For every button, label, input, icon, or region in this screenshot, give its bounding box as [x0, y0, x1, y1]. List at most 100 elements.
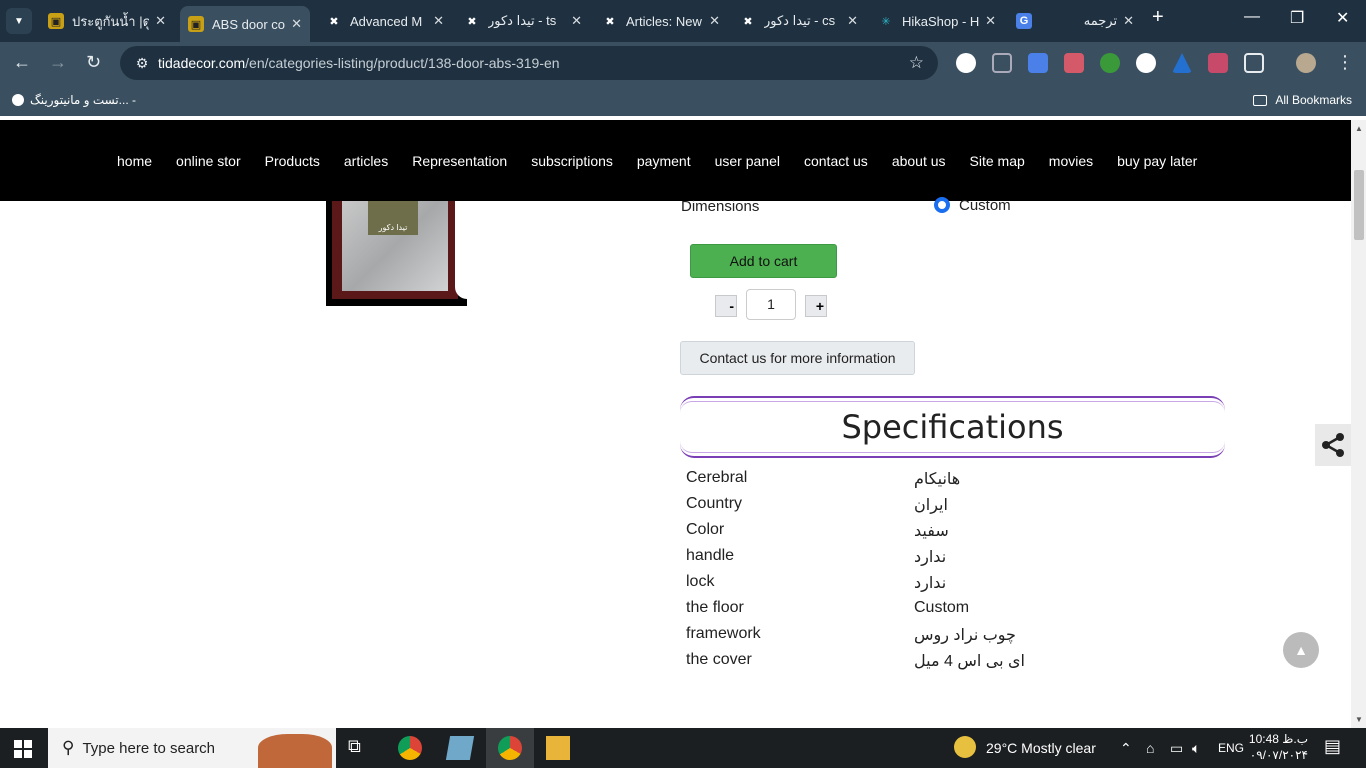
browser-toolbar: ← → ↻ ⚙ tidadecor.com/en/categories-list… — [0, 42, 1366, 84]
browser-tab[interactable]: ✖ تیدا دکور - cs ✕ — [732, 6, 866, 36]
bookmark-star-icon[interactable]: ☆ — [909, 53, 924, 73]
tab-title: Advanced M — [350, 13, 423, 29]
quantity-increase-button[interactable]: + — [805, 295, 827, 317]
minimize-icon[interactable]: — — [1244, 8, 1260, 26]
translate-extension-icon[interactable] — [1028, 53, 1048, 73]
nav-contact-us[interactable]: contact us — [804, 153, 868, 169]
nav-buy-pay-later[interactable]: buy pay later — [1117, 153, 1197, 169]
bookmark-label: تست و مانیتورینگ... - — [30, 93, 136, 107]
extensions-puzzle-icon[interactable] — [1244, 53, 1264, 73]
extension-icon[interactable] — [992, 53, 1012, 73]
product-image[interactable]: تیدا دکور — [326, 201, 467, 306]
browser-tab[interactable]: ✳ HikaShop - H ✕ — [870, 6, 1004, 36]
notification-icon[interactable]: ▤ — [1324, 736, 1348, 760]
spec-key: framework — [686, 625, 761, 642]
spec-row: Color سفید — [686, 521, 1226, 547]
add-to-cart-button[interactable]: Add to cart — [690, 244, 837, 278]
nav-about-us[interactable]: about us — [892, 153, 946, 169]
nav-representation[interactable]: Representation — [412, 153, 507, 169]
scroll-up-icon[interactable]: ▲ — [1355, 124, 1363, 133]
battery-icon[interactable]: ▭ — [1170, 740, 1183, 757]
chevron-up-tray-icon[interactable]: ⌃ — [1120, 740, 1132, 757]
spec-value: ندارد — [914, 549, 947, 566]
file-explorer-icon[interactable] — [546, 736, 570, 760]
dimensions-label: Dimensions — [681, 198, 760, 215]
scrollbar-thumb[interactable] — [1354, 170, 1364, 240]
taskbar-search-box[interactable]: ⚲ Type here to search — [48, 728, 336, 768]
browser-tab[interactable]: G ترجمه ✕ — [1008, 6, 1142, 36]
extension-icon[interactable] — [1136, 53, 1156, 73]
browser-tab-active[interactable]: ▣ ABS door co ✕ — [180, 6, 310, 42]
spec-key: the floor — [686, 599, 744, 616]
close-window-icon[interactable]: ✕ — [1336, 8, 1349, 28]
restore-icon[interactable]: ❐ — [1290, 8, 1304, 28]
profile-avatar[interactable] — [1296, 53, 1316, 73]
volume-icon[interactable]: 🔈︎ — [1192, 740, 1200, 757]
nav-subscriptions[interactable]: subscriptions — [531, 153, 613, 169]
all-bookmarks-label: All Bookmarks — [1275, 93, 1352, 107]
windows-start-icon[interactable] — [14, 740, 32, 758]
clock-time: 10:48 ب.ظ — [1248, 732, 1308, 746]
close-tab-icon[interactable]: ✕ — [985, 13, 996, 29]
scroll-down-icon[interactable]: ▼ — [1355, 715, 1363, 724]
scroll-to-top-button[interactable]: ▲ — [1283, 632, 1319, 668]
system-clock[interactable]: 10:48 ب.ظ ۰۹/۰۷/۲۰۲۴ — [1249, 731, 1308, 763]
close-tab-icon[interactable]: ✕ — [433, 13, 444, 29]
extension-icon[interactable] — [1064, 53, 1084, 73]
nav-payment[interactable]: payment — [637, 153, 691, 169]
contact-more-info-button[interactable]: Contact us for more information — [680, 341, 915, 375]
language-indicator[interactable]: ENG — [1218, 741, 1244, 755]
spec-value: هانیکام — [914, 471, 961, 488]
weather-icon[interactable] — [954, 736, 976, 758]
nav-online-stor[interactable]: online stor — [176, 153, 241, 169]
nav-home[interactable]: home — [117, 153, 152, 169]
new-tab-icon[interactable]: + — [1152, 6, 1164, 29]
extension-icon[interactable] — [1100, 53, 1120, 73]
bookmark-item[interactable]: تست و مانیتورینگ... - — [12, 93, 136, 107]
app-icon[interactable] — [445, 736, 475, 760]
forward-icon[interactable]: → — [49, 52, 67, 73]
page-scrollbar[interactable]: ▲ ▼ — [1351, 120, 1366, 728]
share-button[interactable] — [1315, 424, 1351, 466]
browser-tab[interactable]: ✖ تیدا دکور - ts ✕ — [456, 6, 590, 36]
spec-row: framework چوب نراد روس — [686, 625, 1226, 651]
address-bar[interactable]: ⚙ tidadecor.com/en/categories-listing/pr… — [120, 46, 938, 80]
browser-tab[interactable]: ✖ Articles: New ✕ — [594, 6, 728, 36]
spec-row: lock ندارد — [686, 573, 1226, 599]
weather-text[interactable]: 29°C Mostly clear — [986, 740, 1096, 756]
browser-tab[interactable]: ▣ ประตูกันน้ำ |ดู ✕ — [40, 6, 174, 36]
close-tab-icon[interactable]: ✕ — [571, 13, 582, 29]
close-tab-icon[interactable]: ✕ — [155, 13, 166, 29]
close-tab-icon[interactable]: ✕ — [1123, 13, 1134, 29]
drive-extension-icon[interactable] — [1172, 53, 1192, 73]
search-icon: ⚲ — [62, 738, 75, 757]
nav-site-map[interactable]: Site map — [970, 153, 1025, 169]
extension-icon[interactable] — [956, 53, 976, 73]
url-text[interactable]: tidadecor.com/en/categories-listing/prod… — [158, 55, 560, 71]
close-tab-icon[interactable]: ✕ — [709, 13, 720, 29]
chrome-active-icon[interactable] — [498, 736, 522, 760]
network-icon[interactable]: ⌂ — [1146, 740, 1154, 756]
nav-user-panel[interactable]: user panel — [715, 153, 780, 169]
task-view-icon[interactable]: ⧉ — [348, 736, 372, 760]
nav-articles[interactable]: articles — [344, 153, 388, 169]
spec-key: Color — [686, 521, 725, 538]
site-info-icon[interactable]: ⚙ — [130, 55, 154, 72]
quantity-decrease-button[interactable]: - — [715, 295, 737, 317]
search-highlight-image — [258, 734, 332, 768]
extension-icon[interactable] — [1208, 53, 1228, 73]
browser-tab[interactable]: ✖ Advanced M ✕ — [318, 6, 452, 36]
menu-kebab-icon[interactable]: ⋮ — [1336, 52, 1354, 73]
nav-movies[interactable]: movies — [1049, 153, 1093, 169]
chrome-icon[interactable] — [398, 736, 422, 760]
nav-products[interactable]: Products — [265, 153, 320, 169]
close-tab-icon[interactable]: ✕ — [847, 13, 858, 29]
quantity-input[interactable]: 1 — [746, 289, 796, 320]
all-bookmarks[interactable]: All Bookmarks — [1253, 93, 1352, 107]
tab-title: Articles: New — [626, 13, 702, 29]
back-icon[interactable]: ← — [13, 52, 31, 73]
tab-search-button[interactable]: ▼ — [6, 8, 32, 34]
close-tab-icon[interactable]: ✕ — [291, 16, 302, 32]
reload-icon[interactable]: ↻ — [86, 52, 101, 73]
dimensions-custom-radio[interactable] — [934, 197, 950, 213]
